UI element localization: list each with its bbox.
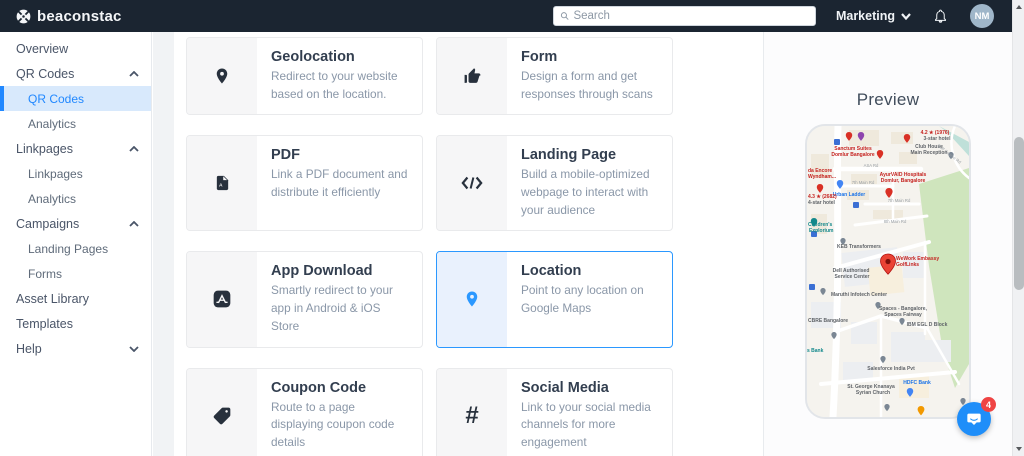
svg-text:4-star hotel: 4-star hotel bbox=[808, 200, 836, 206]
card-description: Design a form and get responses through … bbox=[521, 69, 653, 101]
scrollbar-thumb[interactable] bbox=[1014, 137, 1024, 290]
avatar-initials: NM bbox=[974, 10, 990, 22]
svg-text:s Bank: s Bank bbox=[807, 348, 824, 354]
brand-logo[interactable]: beaconstac bbox=[16, 8, 122, 25]
location-pin-icon bbox=[437, 252, 507, 347]
app-store-icon bbox=[187, 252, 257, 347]
logo-text: beaconstac bbox=[37, 7, 122, 25]
svg-text:Spaces Fairway: Spaces Fairway bbox=[884, 312, 922, 318]
card-title: Geolocation bbox=[271, 49, 355, 65]
chevron-up-icon bbox=[129, 145, 139, 152]
svg-text:7th Main Rd: 7th Main Rd bbox=[888, 198, 911, 203]
top-navbar: beaconstac Marketing NM bbox=[0, 0, 1012, 32]
phone-preview-frame: Sanctum Suites Domlur Bangalore 4.2 ★ (1… bbox=[805, 124, 971, 419]
sidebar-item-templates[interactable]: Templates bbox=[0, 311, 151, 336]
workspace-dropdown[interactable]: Marketing bbox=[836, 9, 911, 23]
scrollbar-down-arrow[interactable] bbox=[1016, 447, 1022, 451]
card-title: Location bbox=[521, 263, 582, 280]
svg-text:GolfLinks: GolfLinks bbox=[896, 262, 919, 268]
search-icon bbox=[560, 12, 569, 20]
card-title: Landing Page bbox=[521, 147, 617, 164]
sidebar-item-linkpages-sub[interactable]: Linkpages bbox=[0, 161, 151, 186]
svg-text:7th Main Rd: 7th Main Rd bbox=[852, 180, 875, 185]
sidebar-item-help[interactable]: Help bbox=[0, 336, 151, 361]
sidebar-item-linkpages-analytics[interactable]: Analytics bbox=[0, 186, 151, 211]
search-input[interactable] bbox=[573, 10, 809, 22]
svg-text:Service Center: Service Center bbox=[834, 274, 869, 280]
qr-type-picker: Geolocation Redirect to your website bas… bbox=[174, 32, 763, 456]
svg-text:3-star hotel: 3-star hotel bbox=[924, 136, 952, 142]
card-description: Link a PDF document and distribute it ef… bbox=[271, 167, 408, 200]
card-title: Coupon Code bbox=[271, 379, 367, 396]
preview-panel: Preview Sanctum Suites Domlur Bangalore … bbox=[763, 32, 1012, 456]
pdf-file-icon: A bbox=[187, 136, 257, 231]
card-description: Build a mobile-optimized webpage to inte… bbox=[521, 167, 650, 217]
sidebar-item-qr-codes-sub[interactable]: QR Codes bbox=[0, 86, 151, 111]
card-landing-page[interactable]: Landing Page Build a mobile-optimized we… bbox=[436, 135, 673, 232]
sidebar-nav: Overview QR Codes QR Codes Analytics Lin… bbox=[0, 32, 152, 456]
tag-icon bbox=[187, 368, 257, 456]
svg-text:Maruthi Infotech Center: Maruthi Infotech Center bbox=[831, 292, 887, 298]
google-map-preview[interactable]: Sanctum Suites Domlur Bangalore 4.2 ★ (1… bbox=[807, 126, 969, 417]
sidebar-item-campaigns[interactable]: Campaigns bbox=[0, 211, 151, 236]
chat-bubble-icon bbox=[967, 413, 981, 425]
svg-text:Syrian Church: Syrian Church bbox=[856, 390, 890, 396]
card-title: App Download bbox=[271, 263, 373, 280]
card-title: Form bbox=[521, 49, 558, 65]
chevron-up-icon bbox=[129, 70, 139, 77]
card-description: Route to a page displaying coupon code d… bbox=[271, 399, 395, 449]
thumbs-up-icon bbox=[437, 38, 507, 115]
card-location-selected[interactable]: Location Point to any location on Google… bbox=[436, 251, 673, 348]
chevron-down-icon bbox=[901, 12, 911, 20]
card-social-media[interactable]: # Social Media Link to your social media… bbox=[436, 367, 673, 456]
workspace-name: Marketing bbox=[835, 9, 895, 23]
card-description: Point to any location on Google Maps bbox=[521, 283, 644, 316]
scroll-gutter[interactable] bbox=[153, 32, 174, 456]
sidebar-item-overview[interactable]: Overview bbox=[0, 36, 151, 61]
card-pdf[interactable]: A PDF Link a PDF document and distribute… bbox=[186, 135, 423, 232]
chevron-up-icon bbox=[129, 220, 139, 227]
code-icon bbox=[437, 136, 507, 231]
sidebar-item-asset-library[interactable]: Asset Library bbox=[0, 286, 151, 311]
svg-text:KEB Transformers: KEB Transformers bbox=[837, 244, 881, 250]
svg-text:Wyndham...: Wyndham... bbox=[808, 174, 837, 180]
card-app-download[interactable]: App Download Smartly redirect to your ap… bbox=[186, 251, 423, 348]
svg-text:A: A bbox=[218, 183, 222, 189]
card-description: Link to your social media channels for m… bbox=[521, 399, 651, 449]
svg-text:IBM EGL D Block: IBM EGL D Block bbox=[907, 322, 948, 328]
chevron-down-icon bbox=[129, 345, 139, 352]
card-geolocation[interactable]: Geolocation Redirect to your website bas… bbox=[186, 37, 423, 116]
notifications-bell-icon[interactable] bbox=[933, 8, 948, 24]
user-avatar[interactable]: NM bbox=[970, 4, 994, 28]
card-description: Smartly redirect to your app in Android … bbox=[271, 283, 393, 333]
svg-text:Salesforce India Pvt: Salesforce India Pvt bbox=[867, 366, 915, 372]
hashtag-icon: # bbox=[437, 368, 507, 456]
preview-title: Preview bbox=[856, 90, 920, 109]
sidebar-item-qr-analytics[interactable]: Analytics bbox=[0, 111, 151, 136]
page-scrollbar[interactable] bbox=[1012, 0, 1024, 456]
svg-text:CBRE Bangalore: CBRE Bangalore bbox=[808, 318, 848, 324]
sidebar-item-qr-codes[interactable]: QR Codes bbox=[0, 61, 151, 86]
map-pin-icon bbox=[187, 38, 257, 115]
sidebar-item-linkpages[interactable]: Linkpages bbox=[0, 136, 151, 161]
card-coupon-code[interactable]: Coupon Code Route to a page displaying c… bbox=[186, 367, 423, 456]
svg-text:Urban Ladder: Urban Ladder bbox=[833, 192, 866, 198]
chat-unread-badge: 4 bbox=[981, 397, 996, 412]
svg-text:HDFC Bank: HDFC Bank bbox=[903, 380, 931, 386]
scrollbar-up-arrow[interactable] bbox=[1016, 5, 1022, 9]
card-title: Social Media bbox=[521, 379, 609, 396]
svg-text:Explorium: Explorium bbox=[809, 228, 834, 234]
svg-text:Domlur Bangalore: Domlur Bangalore bbox=[831, 152, 875, 158]
svg-text:8th Main Rd: 8th Main Rd bbox=[884, 219, 907, 224]
svg-text:ASA Rd: ASA Rd bbox=[864, 163, 879, 168]
beaconstac-logo-icon bbox=[16, 9, 31, 23]
svg-text:Domlur, Bangalore: Domlur, Bangalore bbox=[881, 178, 926, 184]
sidebar-item-forms[interactable]: Forms bbox=[0, 261, 151, 286]
card-description: Redirect to your website based on the lo… bbox=[271, 69, 398, 101]
card-title: PDF bbox=[271, 147, 300, 164]
global-search[interactable] bbox=[553, 6, 816, 26]
sidebar-item-landing-pages[interactable]: Landing Pages bbox=[0, 236, 151, 261]
card-form[interactable]: Form Design a form and get responses thr… bbox=[436, 37, 673, 116]
